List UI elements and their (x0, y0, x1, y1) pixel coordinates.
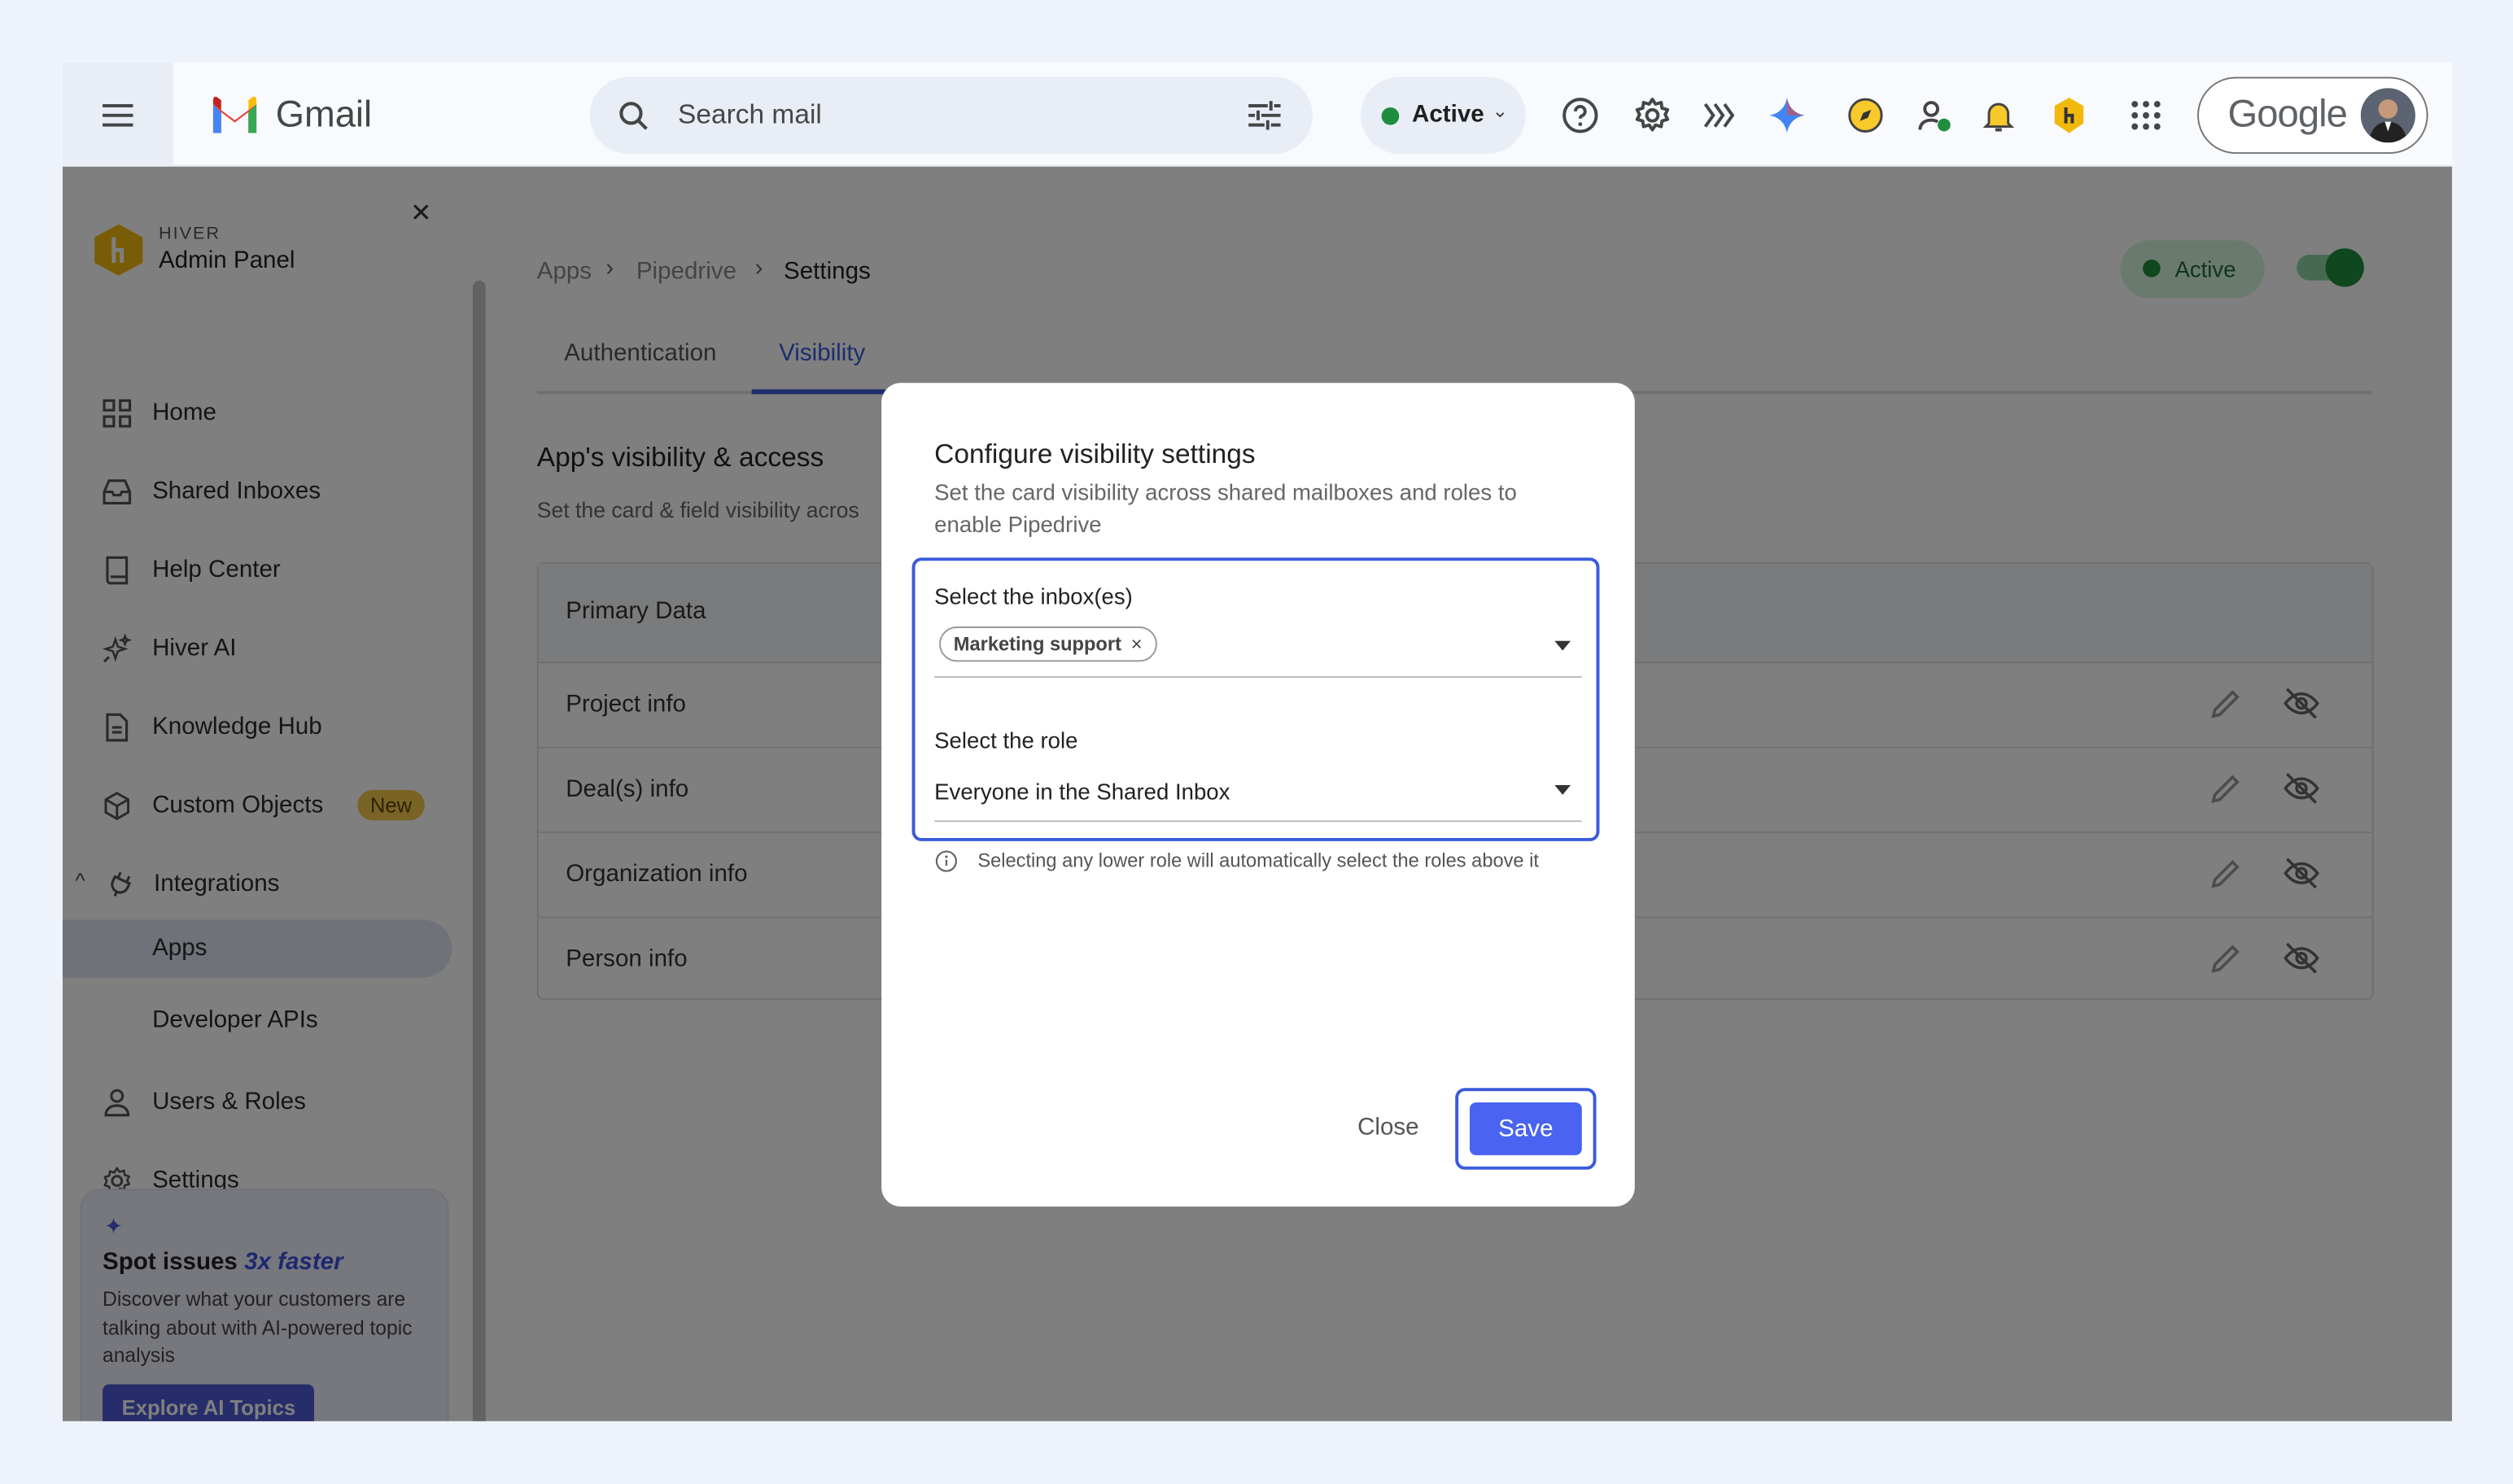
inbox-select-label: Select the inbox(es) (934, 583, 1133, 609)
search-options-icon[interactable] (1247, 99, 1282, 131)
role-select[interactable]: Everyone in the Shared Inbox (934, 779, 1230, 805)
visibility-form: Select the inbox(es) Marketing support × … (911, 557, 1600, 841)
compass-icon[interactable] (1847, 96, 1885, 134)
save-button-focus-ring: Save (1455, 1088, 1597, 1170)
info-icon (935, 850, 958, 872)
gmail-wordmark: Gmail (275, 93, 373, 135)
notifications-bell-icon[interactable] (1979, 96, 2017, 134)
google-wordmark: Google (2227, 93, 2347, 137)
role-select-underline (934, 820, 1582, 823)
role-hint-text: Selecting any lower role will automatica… (977, 849, 1539, 872)
apps-grid-icon[interactable] (2126, 96, 2165, 134)
status-label: Active (1412, 101, 1484, 129)
gmail-logo-icon (212, 96, 257, 133)
gmail-topbar: Gmail Search mail Active ⌄ Google (62, 62, 2453, 167)
inbox-dropdown-caret-icon[interactable] (1554, 640, 1571, 651)
extension-icon[interactable] (1701, 96, 1739, 134)
avatar[interactable] (2360, 88, 2415, 143)
modal-description: Set the card visibility across shared ma… (934, 478, 1517, 537)
role-select-label: Select the role (934, 727, 1078, 753)
remove-chip-icon[interactable]: × (1131, 633, 1143, 656)
inbox-chip[interactable]: Marketing support × (939, 626, 1157, 662)
search-icon[interactable] (617, 99, 650, 133)
google-account-button[interactable]: Google (2197, 76, 2428, 155)
chevron-down-icon: ⌄ (1492, 99, 1509, 122)
save-button[interactable]: Save (1469, 1102, 1582, 1155)
inbox-select-underline (934, 676, 1582, 679)
gemini-icon[interactable] (1768, 96, 1806, 134)
main-menu-button[interactable] (62, 62, 173, 167)
contact-status-icon[interactable] (1915, 96, 1953, 134)
help-icon[interactable] (1561, 96, 1599, 134)
role-dropdown-caret-icon[interactable] (1554, 785, 1571, 795)
inbox-chip-label: Marketing support (953, 632, 1121, 656)
visibility-settings-modal: Configure visibility settings Set the ca… (881, 382, 1635, 1207)
search-input[interactable]: Search mail (678, 99, 822, 131)
search-bar[interactable]: Search mail (589, 76, 1313, 155)
hiver-shield-icon[interactable] (2050, 96, 2088, 134)
status-dropdown[interactable]: Active ⌄ (1361, 76, 1526, 155)
settings-gear-icon[interactable] (1633, 96, 1672, 134)
modal-title: Configure visibility settings (934, 439, 1256, 470)
close-button[interactable]: Close (1357, 1114, 1419, 1141)
status-dot (1381, 107, 1400, 125)
